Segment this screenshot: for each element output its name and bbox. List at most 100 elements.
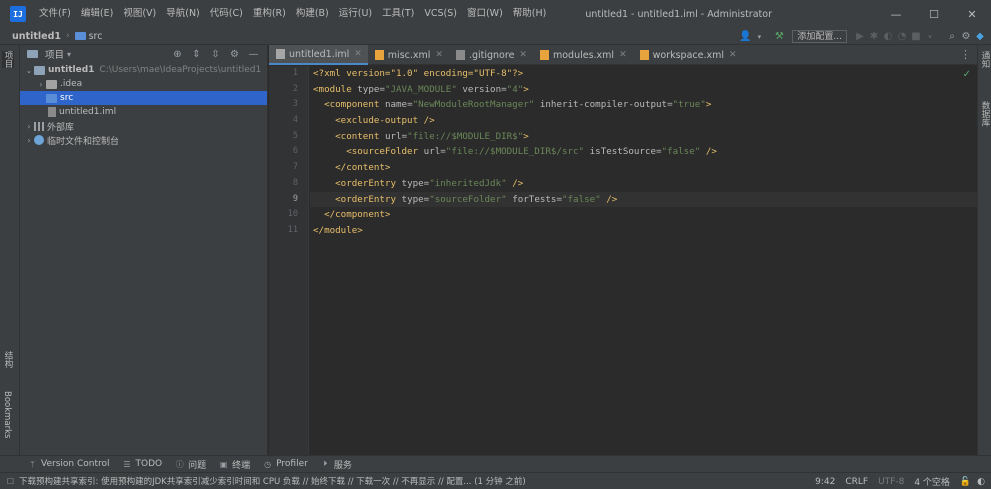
menu-edit[interactable]: 编辑(E) — [76, 0, 118, 28]
menu-run[interactable]: 运行(U) — [334, 0, 377, 28]
xml-value: "false" — [661, 146, 701, 158]
tab-label: .gitignore — [468, 49, 515, 61]
gitignore-file-icon — [455, 50, 465, 60]
library-icon — [34, 121, 44, 131]
minimize-button[interactable]: — — [877, 0, 915, 28]
run-icon[interactable]: ▶ — [853, 28, 867, 45]
scratches-icon — [34, 135, 44, 145]
tree-item-iml[interactable]: untitled1.iml — [20, 105, 267, 119]
breadcrumb-project[interactable]: untitled1 — [12, 31, 61, 42]
xml-file-icon — [539, 50, 549, 60]
xml-tag: <content — [335, 130, 380, 142]
tree-item-scratches[interactable]: › 临时文件和控制台 — [20, 133, 267, 147]
more-run-icon[interactable]: ▾ — [923, 28, 937, 45]
xml-value: "sourceFolder" — [429, 193, 507, 205]
tree-item-src[interactable]: src — [20, 91, 267, 105]
tab-workspace-xml[interactable]: workspace.xml ✕ — [633, 45, 743, 65]
tool-version-control[interactable]: ᛘ Version Control — [28, 459, 109, 469]
stripe-tab-project[interactable]: 项目 — [2, 51, 14, 68]
menu-window[interactable]: 窗口(W) — [462, 0, 508, 28]
xml-attr: forTests= — [506, 193, 562, 205]
terminal-icon: ▣ — [219, 459, 228, 469]
services-icon: ⏵ — [323, 459, 328, 468]
maximize-button[interactable]: ☐ — [915, 0, 953, 28]
debug-icon[interactable]: ✱ — [867, 28, 881, 45]
caret-position[interactable]: 9:42 — [815, 477, 835, 487]
close-icon[interactable]: ✕ — [729, 50, 737, 60]
tool-todo[interactable]: ☰ TODO — [123, 459, 162, 469]
search-icon[interactable]: ⌕ — [945, 28, 959, 45]
menu-navigate[interactable]: 导航(N) — [161, 0, 205, 28]
locate-file-icon[interactable]: ⊕ — [168, 49, 187, 60]
line-number: 6 — [292, 146, 298, 157]
xml-attr: type= — [351, 83, 385, 95]
chevron-down-icon[interactable]: ▾ — [752, 28, 766, 45]
project-panel-title[interactable]: 项目 — [45, 47, 64, 61]
tab-gitignore[interactable]: .gitignore ✕ — [449, 45, 533, 65]
tool-profiler[interactable]: ◷ Profiler — [263, 459, 308, 469]
tree-item-idea[interactable]: › .idea — [20, 77, 267, 91]
more-tabs-icon[interactable]: ⋮ — [960, 45, 971, 65]
user-icon[interactable]: 👤 — [738, 28, 752, 45]
stripe-tab-bookmarks[interactable]: Bookmarks — [2, 391, 12, 439]
menu-file[interactable]: 文件(F) — [34, 0, 76, 28]
menu-code[interactable]: 代码(C) — [205, 0, 248, 28]
menu-help[interactable]: 帮助(H) — [508, 0, 552, 28]
stripe-tab-database[interactable]: 数据库 — [979, 101, 991, 127]
add-configuration-button[interactable]: 添加配置... — [792, 30, 847, 43]
menu-view[interactable]: 视图(V) — [118, 0, 161, 28]
expand-all-icon[interactable]: ⇕ — [187, 49, 206, 60]
tab-modules-xml[interactable]: modules.xml ✕ — [533, 45, 633, 65]
tab-misc-xml[interactable]: misc.xml ✕ — [368, 45, 449, 65]
coverage-icon[interactable]: ◐ — [881, 28, 895, 45]
file-encoding[interactable]: UTF-8 — [878, 477, 904, 487]
tool-problems[interactable]: ⓘ 问题 — [175, 458, 207, 471]
chevron-down-icon[interactable]: ▾ — [64, 50, 74, 59]
build-hammer-icon[interactable]: ⚒ — [772, 28, 786, 45]
tree-item-external-libraries[interactable]: › 外部库 — [20, 119, 267, 133]
code-line: <module type="JAVA_MODULE" version="4"> — [310, 82, 977, 98]
editor-tabs: untitled1.iml ✕ misc.xml ✕ .gitignore ✕ … — [269, 45, 977, 65]
xml-value: "JAVA_MODULE" — [384, 83, 457, 95]
stripe-tab-notifications[interactable]: 通知 — [979, 51, 991, 68]
panel-settings-gear-icon[interactable]: ⚙ — [225, 49, 244, 60]
chevron-right-icon[interactable]: › — [36, 80, 46, 89]
close-icon[interactable]: ✕ — [619, 50, 627, 60]
breadcrumb-separator-icon: › — [65, 31, 70, 41]
inspection-ok-icon[interactable]: ✓ — [963, 69, 971, 80]
menu-build[interactable]: 构建(B) — [291, 0, 334, 28]
xml-tag: </component> — [324, 209, 391, 221]
chevron-right-icon[interactable]: › — [24, 122, 34, 131]
close-icon[interactable]: ✕ — [354, 49, 362, 59]
breadcrumb-src[interactable]: src — [74, 31, 102, 42]
menu-tools[interactable]: 工具(T) — [377, 0, 419, 28]
line-separator[interactable]: CRLF — [845, 477, 868, 487]
lock-icon[interactable]: 🔓 — [960, 477, 971, 487]
tree-item-untitled1[interactable]: ⌄ untitled1 C:\Users\mae\IdeaProjects\un… — [20, 63, 267, 77]
collapse-all-icon[interactable]: ⇳ — [206, 49, 225, 60]
left-tool-stripe: 项目 结构 Bookmarks — [0, 45, 20, 455]
chevron-down-icon[interactable]: ⌄ — [24, 66, 34, 75]
settings-gear-icon[interactable]: ⚙ — [959, 28, 973, 45]
close-icon[interactable]: ✕ — [519, 50, 527, 60]
menu-vcs[interactable]: VCS(S) — [419, 0, 462, 28]
inspection-icon[interactable]: ◐ — [977, 477, 985, 487]
profile-icon[interactable]: ◔ — [895, 28, 909, 45]
close-button[interactable]: ✕ — [953, 0, 991, 28]
hide-panel-icon[interactable]: — — [244, 49, 263, 60]
xml-tag: <orderEntry — [335, 177, 396, 189]
close-icon[interactable]: ✕ — [435, 50, 443, 60]
chevron-right-icon[interactable]: › — [24, 136, 34, 145]
toolbox-icon[interactable]: ◆ — [973, 28, 987, 45]
indent-setting[interactable]: 4 个空格 — [914, 475, 950, 488]
xml-value: "NewModuleRootManager" — [412, 99, 535, 111]
status-message[interactable]: ☐ 下载预构建共享索引: 使用预构建的JDK共享索引减少索引时间和 CPU 负载… — [6, 475, 526, 488]
code-editor[interactable]: <?xml version="1.0" encoding="UTF-8"?> <… — [310, 66, 977, 455]
menu-refactor[interactable]: 重构(R) — [248, 0, 291, 28]
tool-terminal[interactable]: ▣ 终端 — [219, 458, 250, 471]
stripe-tab-structure[interactable]: 结构 — [2, 351, 14, 368]
tool-services[interactable]: ⏵ 服务 — [321, 458, 352, 471]
xml-tag: <sourceFolder — [346, 146, 419, 158]
stop-icon[interactable]: ■ — [909, 28, 923, 45]
tab-untitled1-iml[interactable]: untitled1.iml ✕ — [269, 45, 368, 65]
